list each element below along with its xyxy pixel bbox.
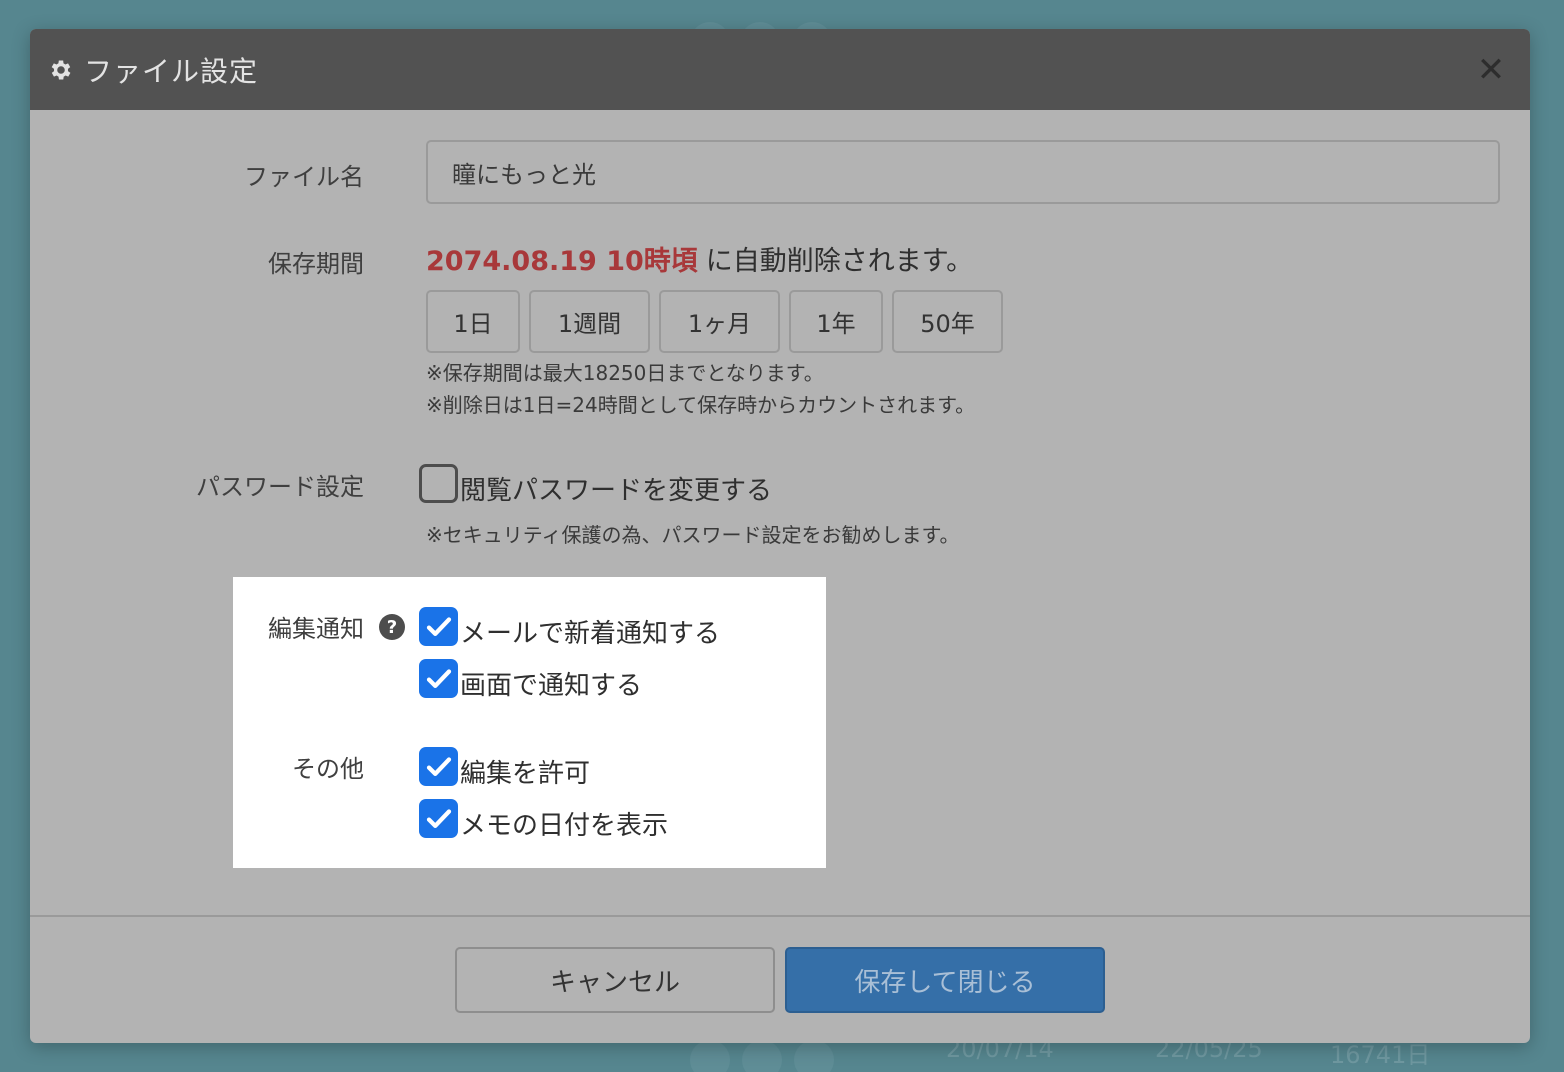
show-memo-date-checkbox[interactable]: [419, 799, 458, 838]
gear-icon: [48, 57, 74, 83]
file-settings-dialog: ファイル設定 ✕ ファイル名 保存期間 2074.08.19 10時頃に自動削除…: [30, 29, 1530, 1043]
retention-label: 保存期間: [268, 250, 364, 278]
show-memo-date-label[interactable]: メモの日付を表示: [460, 805, 668, 842]
period-button-1week[interactable]: 1週間: [529, 290, 650, 353]
close-button[interactable]: ✕: [1474, 50, 1508, 90]
period-button-1month[interactable]: 1ヶ月: [659, 290, 780, 353]
cancel-button[interactable]: キャンセル: [455, 947, 775, 1013]
email-notify-checkbox[interactable]: [419, 607, 458, 646]
dialog-header: ファイル設定 ✕: [30, 29, 1530, 110]
allow-edit-label[interactable]: 編集を許可: [460, 753, 590, 790]
footer-divider: [30, 915, 1530, 917]
email-notify-label[interactable]: メールで新着通知する: [460, 613, 720, 650]
change-password-label[interactable]: 閲覧パスワードを変更する: [460, 470, 772, 507]
close-icon: ✕: [1476, 50, 1506, 90]
question-circle-icon[interactable]: ?: [379, 614, 405, 640]
period-button-50years[interactable]: 50年: [892, 290, 1003, 353]
filename-label: ファイル名: [244, 163, 364, 191]
retention-note-count: ※削除日は1日=24時間として保存時からカウントされます。: [426, 393, 976, 417]
other-label: その他: [292, 755, 364, 783]
filename-input[interactable]: [426, 140, 1500, 204]
screen-notify-label[interactable]: 画面で通知する: [460, 665, 642, 702]
period-button-1day[interactable]: 1日: [426, 290, 520, 353]
password-label: パスワード設定: [196, 473, 364, 501]
checkmark-icon: [426, 668, 451, 688]
period-button-1year[interactable]: 1年: [789, 290, 883, 353]
expiry-date: 2074.08.19 10時頃: [426, 246, 698, 277]
retention-note-max: ※保存期間は最大18250日までとなります。: [426, 361, 824, 385]
allow-edit-checkbox[interactable]: [419, 747, 458, 786]
checkmark-icon: [426, 756, 451, 776]
checkmark-icon: [426, 808, 451, 828]
dialog-title: ファイル設定: [84, 54, 259, 88]
screen-notify-checkbox[interactable]: [419, 659, 458, 698]
password-note: ※セキュリティ保護の為、パスワード設定をお勧めします。: [426, 523, 960, 547]
edit-notify-label: 編集通知: [268, 615, 364, 643]
save-and-close-button[interactable]: 保存して閉じる: [785, 947, 1105, 1013]
background-avatar: [690, 1040, 730, 1072]
change-password-checkbox[interactable]: [419, 464, 458, 503]
expiry-text: 2074.08.19 10時頃 に自動削除されます。: [426, 239, 973, 278]
checkmark-icon: [426, 616, 451, 636]
expiry-suffix: に自動削除されます。: [705, 246, 974, 277]
background-avatar: [794, 1040, 834, 1072]
background-avatar: [742, 1040, 782, 1072]
